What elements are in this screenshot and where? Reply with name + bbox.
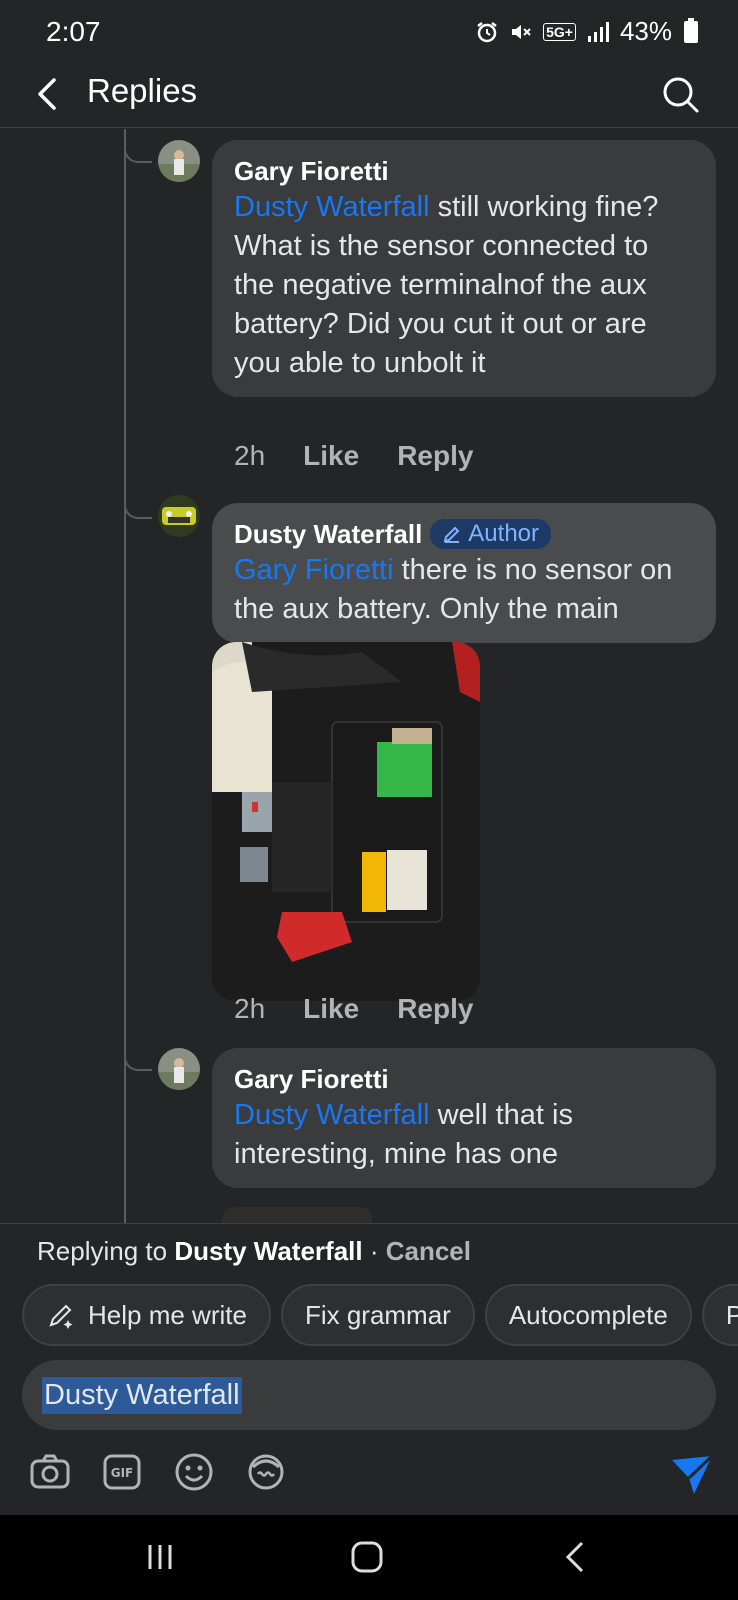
status-time: 2:07 xyxy=(46,16,101,47)
comment-text-part: still working fine? xyxy=(429,191,659,223)
home-icon[interactable] xyxy=(347,1537,387,1577)
chip-label: Help me write xyxy=(88,1299,247,1330)
chip-label: Autocomplete xyxy=(508,1299,668,1330)
reply-button[interactable]: Reply xyxy=(397,440,473,472)
battery-icon xyxy=(684,17,698,43)
search-icon[interactable] xyxy=(660,74,700,114)
comment-input-value[interactable]: Dusty Waterfall xyxy=(42,1376,242,1414)
replies-thread: Gary Fioretti Dusty Waterfall still work… xyxy=(0,129,738,1223)
comment-bubble[interactable]: Gary Fioretti Dusty Waterfall well that … xyxy=(212,1048,716,1188)
comment-text: Dusty Waterfall well that is interesting… xyxy=(234,1096,694,1174)
comment-bubble[interactable]: Gary Fioretti Dusty Waterfall still work… xyxy=(212,140,716,397)
avatar[interactable] xyxy=(158,140,200,182)
fix-grammar-chip[interactable]: Fix grammar xyxy=(280,1284,475,1346)
reply-composer: Replying to Dusty Waterfall · Cancel Hel… xyxy=(0,1223,738,1515)
pencil-sparkle-icon xyxy=(49,1304,73,1329)
comment-text: Gary Fioretti there is no sensor on the … xyxy=(234,551,694,629)
thread-branch xyxy=(124,499,152,519)
like-button[interactable]: Like xyxy=(303,440,359,472)
comment-text-continued: What is the sensor connected to the nega… xyxy=(234,230,649,379)
comment-bubble[interactable]: Dusty Waterfall Author Gary Fioretti the… xyxy=(212,503,716,643)
comment-author[interactable]: Dusty Waterfall xyxy=(234,517,422,551)
autocomplete-chip[interactable]: Autocomplete xyxy=(484,1284,692,1346)
pencil-icon xyxy=(443,526,460,543)
comment-time: 2h xyxy=(234,440,266,471)
replying-prefix: Replying to xyxy=(37,1236,175,1266)
cancel-reply-button[interactable]: Cancel xyxy=(386,1236,471,1266)
back-nav-icon[interactable] xyxy=(556,1537,596,1577)
alarm-icon xyxy=(477,21,497,42)
battery-percent: 43% xyxy=(619,16,672,46)
send-icon[interactable] xyxy=(668,1450,716,1498)
composer-tools: GIF xyxy=(28,1450,288,1494)
back-arrow-icon[interactable] xyxy=(28,74,68,114)
comment-time: 2h xyxy=(234,993,266,1024)
gif-icon[interactable]: GIF xyxy=(100,1450,144,1494)
comment-actions: 2h Like Reply xyxy=(234,440,473,472)
like-button[interactable]: Like xyxy=(303,993,359,1025)
replying-to-line: Replying to Dusty Waterfall · Cancel xyxy=(37,1236,471,1267)
top-app-bar: Replies xyxy=(0,62,738,128)
ai-suggestion-chips: Help me write Fix grammar Autocomplete P xyxy=(22,1284,738,1346)
emoji-icon[interactable] xyxy=(172,1450,216,1494)
chip-label: P xyxy=(725,1299,738,1330)
page-title: Replies xyxy=(87,72,198,109)
reply-button[interactable]: Reply xyxy=(397,993,473,1025)
comment-input[interactable]: Dusty Waterfall xyxy=(22,1360,716,1430)
status-icons: 5G+ 43% xyxy=(475,16,698,47)
system-nav-bar xyxy=(0,1515,738,1600)
comment-actions: 2h Like Reply xyxy=(234,993,473,1025)
status-bar: 2:07 5G+ 43% xyxy=(0,0,738,62)
author-badge-label: Author xyxy=(468,520,540,547)
signal-icon xyxy=(587,21,609,42)
svg-text:GIF: GIF xyxy=(111,1466,134,1480)
mute-icon xyxy=(512,24,531,39)
comment-photo[interactable] xyxy=(212,642,480,1001)
author-badge: Author xyxy=(430,519,552,549)
comment-author[interactable]: Gary Fioretti xyxy=(234,154,694,188)
mention-link[interactable]: Dusty Waterfall xyxy=(234,1099,430,1131)
avatar[interactable] xyxy=(158,1048,200,1090)
recent-apps-icon[interactable] xyxy=(140,1537,180,1577)
network-type: 5G+ xyxy=(543,22,576,41)
mention-link[interactable]: Dusty Waterfall xyxy=(234,191,430,223)
comment-text: Dusty Waterfall still working fine? xyxy=(234,188,694,227)
thread-branch xyxy=(124,143,152,163)
thread-branch xyxy=(124,1051,152,1071)
more-chip[interactable]: P xyxy=(701,1284,738,1346)
next-photo-preview xyxy=(222,1207,372,1223)
comment-author-row: Dusty Waterfall Author xyxy=(234,517,694,551)
help-me-write-chip[interactable]: Help me write xyxy=(22,1284,271,1346)
mention-link[interactable]: Gary Fioretti xyxy=(234,554,394,586)
avatar[interactable] xyxy=(158,495,200,537)
comment-author[interactable]: Gary Fioretti xyxy=(234,1062,694,1096)
separator: · xyxy=(362,1236,386,1266)
chip-label: Fix grammar xyxy=(304,1299,451,1330)
camera-icon[interactable] xyxy=(28,1450,72,1494)
avatar-sticker-icon[interactable] xyxy=(244,1450,288,1494)
replying-to-name: Dusty Waterfall xyxy=(174,1236,363,1266)
